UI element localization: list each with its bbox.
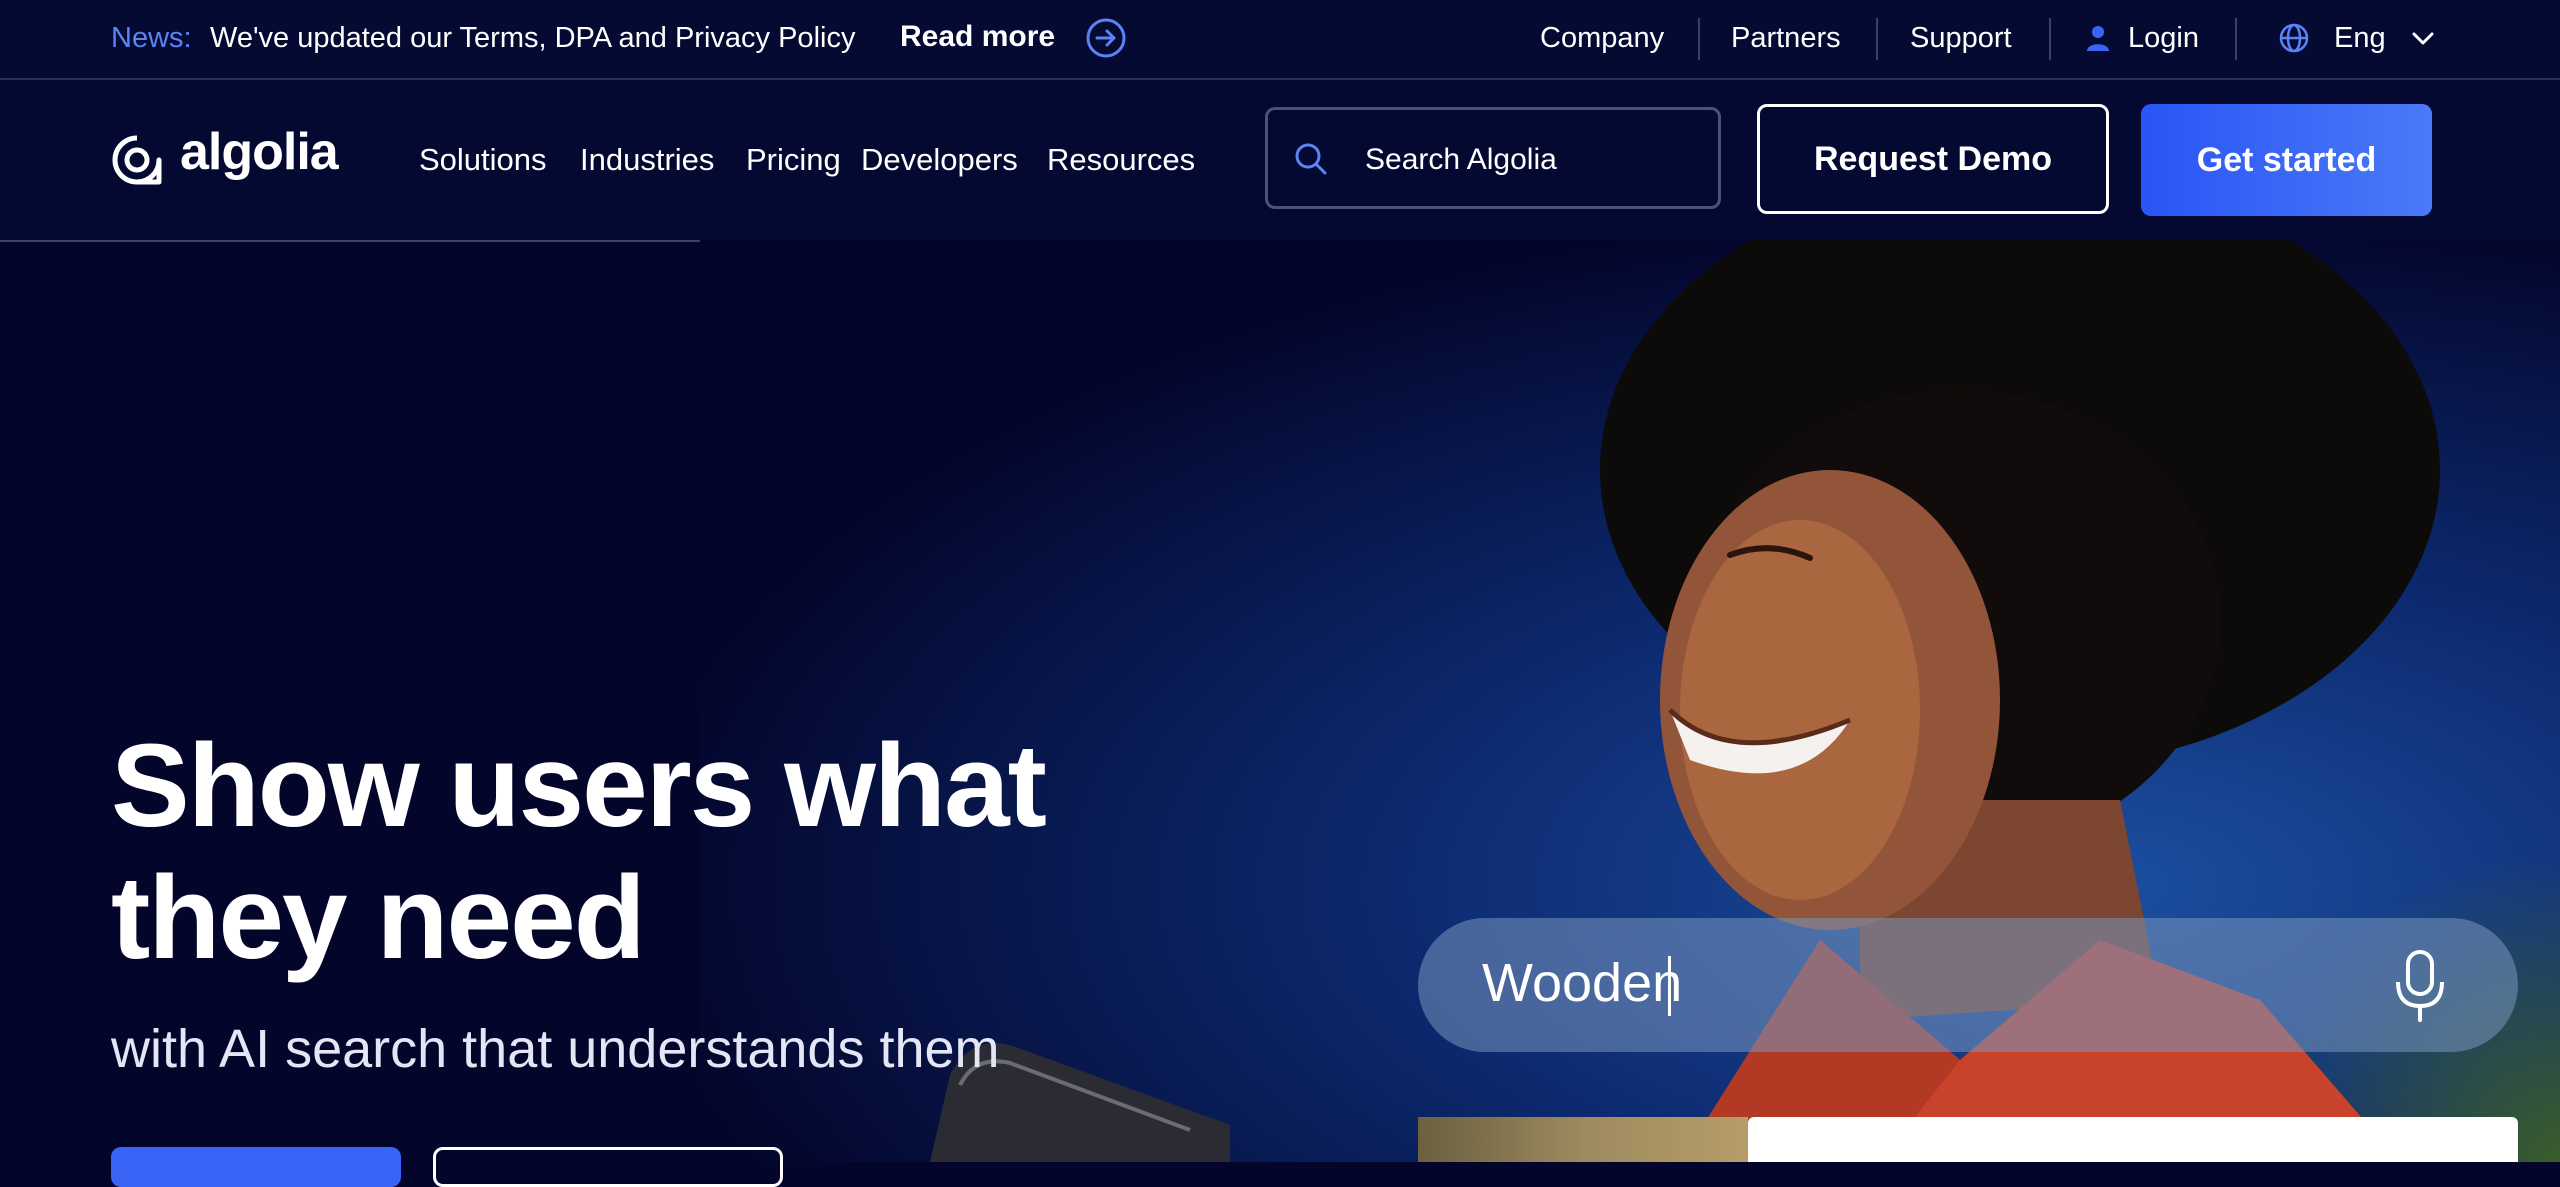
- news-label: News:: [111, 22, 192, 54]
- search-icon: [1295, 143, 1327, 175]
- company-link[interactable]: Company: [1540, 22, 1664, 55]
- hero-secondary-button[interactable]: [433, 1147, 783, 1187]
- request-demo-button[interactable]: Request Demo: [1757, 104, 2109, 214]
- hero-primary-button[interactable]: [111, 1147, 401, 1187]
- hero-subheadline: with AI search that understands them: [111, 1019, 1000, 1079]
- demo-search-query: Wooden: [1482, 953, 1683, 1013]
- divider: [1698, 18, 1700, 60]
- nav-item-solutions[interactable]: Solutions: [419, 142, 547, 178]
- partners-link[interactable]: Partners: [1731, 22, 1841, 55]
- login-link[interactable]: Login: [2128, 22, 2199, 55]
- globe-icon[interactable]: [2278, 22, 2310, 54]
- user-icon[interactable]: [2085, 24, 2111, 52]
- microphone-icon: [2396, 950, 2444, 1022]
- chevron-down-icon[interactable]: [2410, 28, 2436, 48]
- support-link[interactable]: Support: [1910, 22, 2012, 55]
- algolia-logo-icon[interactable]: [111, 134, 163, 186]
- product-card-image: [1418, 1117, 1748, 1162]
- nav-item-resources[interactable]: Resources: [1047, 142, 1195, 178]
- divider: [2235, 18, 2237, 60]
- hero-headline: Show users what they need: [111, 720, 1047, 984]
- get-started-button[interactable]: Get started: [2141, 104, 2432, 216]
- product-card: [1748, 1117, 2518, 1162]
- read-more-link[interactable]: Read more: [900, 20, 1055, 54]
- nav-item-industries[interactable]: Industries: [580, 142, 714, 178]
- arrow-right-circle-icon[interactable]: [1085, 17, 1127, 59]
- text-caret: [1668, 956, 1671, 1016]
- divider: [1876, 18, 1878, 60]
- news-text[interactable]: We've updated our Terms, DPA and Privacy…: [210, 22, 855, 55]
- nav-item-pricing[interactable]: Pricing: [746, 142, 841, 178]
- language-selector[interactable]: Eng: [2334, 22, 2386, 55]
- search-placeholder[interactable]: Search Algolia: [1365, 143, 1557, 177]
- brand-logo[interactable]: algolia: [180, 122, 339, 182]
- nav-item-developers[interactable]: Developers: [861, 142, 1018, 178]
- divider: [2049, 18, 2051, 60]
